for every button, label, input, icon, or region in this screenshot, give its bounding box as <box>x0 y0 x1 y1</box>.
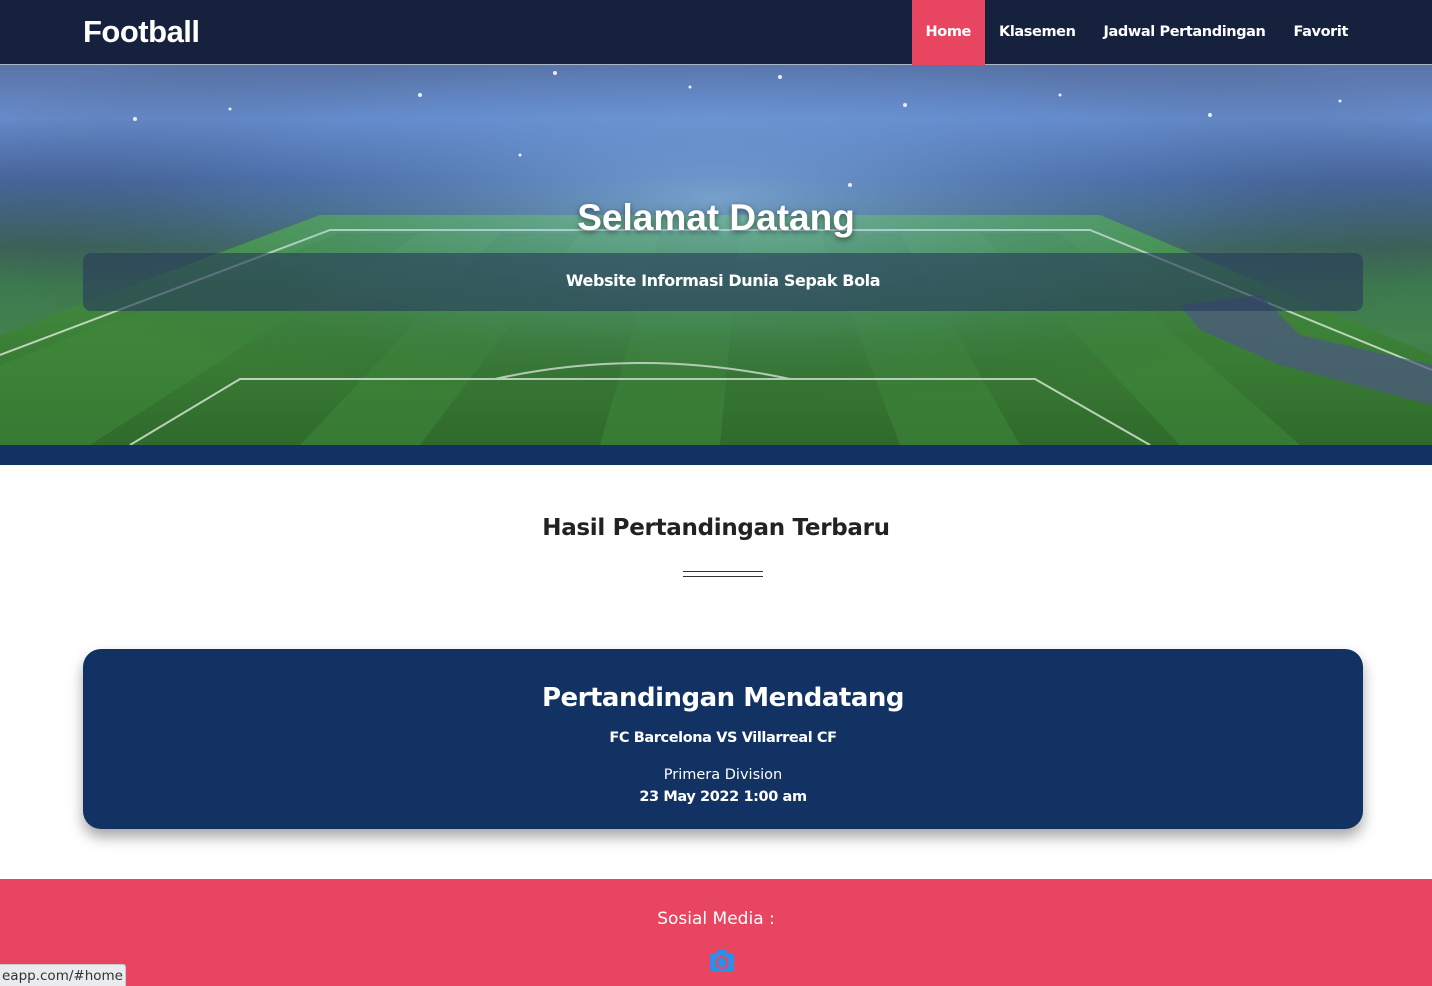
status-bar-url: eapp.com/#home <box>0 964 126 986</box>
brand-logo[interactable]: Football <box>83 14 200 50</box>
footer: Sosial Media : <box>0 879 1432 986</box>
nav-item-klasemen[interactable]: Klasemen <box>985 0 1090 65</box>
hero-bottom-stripe <box>0 445 1432 465</box>
footer-social-title: Sosial Media : <box>657 909 775 929</box>
match-card-title: Pertandingan Mendatang <box>541 683 905 713</box>
section-divider <box>683 571 763 577</box>
hero-banner: Selamat Datang Website Informasi Dunia S… <box>0 65 1432 445</box>
match-teams: FC Barcelona VS Villarreal CF <box>609 730 837 746</box>
nav-item-home[interactable]: Home <box>911 0 985 65</box>
match-league: Primera Division <box>663 767 783 783</box>
match-datetime: 23 May 2022 1:00 am <box>639 789 807 805</box>
hero-subtitle: Website Informasi Dunia Sepak Bola <box>565 271 881 290</box>
instagram-icon[interactable] <box>709 949 735 973</box>
instagram-icon-glyph <box>710 950 734 972</box>
navbar: Football Home Klasemen Jadwal Pertanding… <box>0 0 1432 65</box>
section-title-results: Hasil Pertandingan Terbaru <box>542 515 890 541</box>
hero-title: Selamat Datang <box>577 197 855 238</box>
upcoming-match-card: Pertandingan Mendatang FC Barcelona VS V… <box>83 649 1363 829</box>
hero-subtitle-band: Website Informasi Dunia Sepak Bola <box>83 253 1363 311</box>
nav-item-jadwal-pertandingan[interactable]: Jadwal Pertandingan <box>1090 0 1280 65</box>
nav-item-favorit[interactable]: Favorit <box>1279 0 1362 65</box>
nav-menu: Home Klasemen Jadwal Pertandingan Favori… <box>911 0 1362 65</box>
